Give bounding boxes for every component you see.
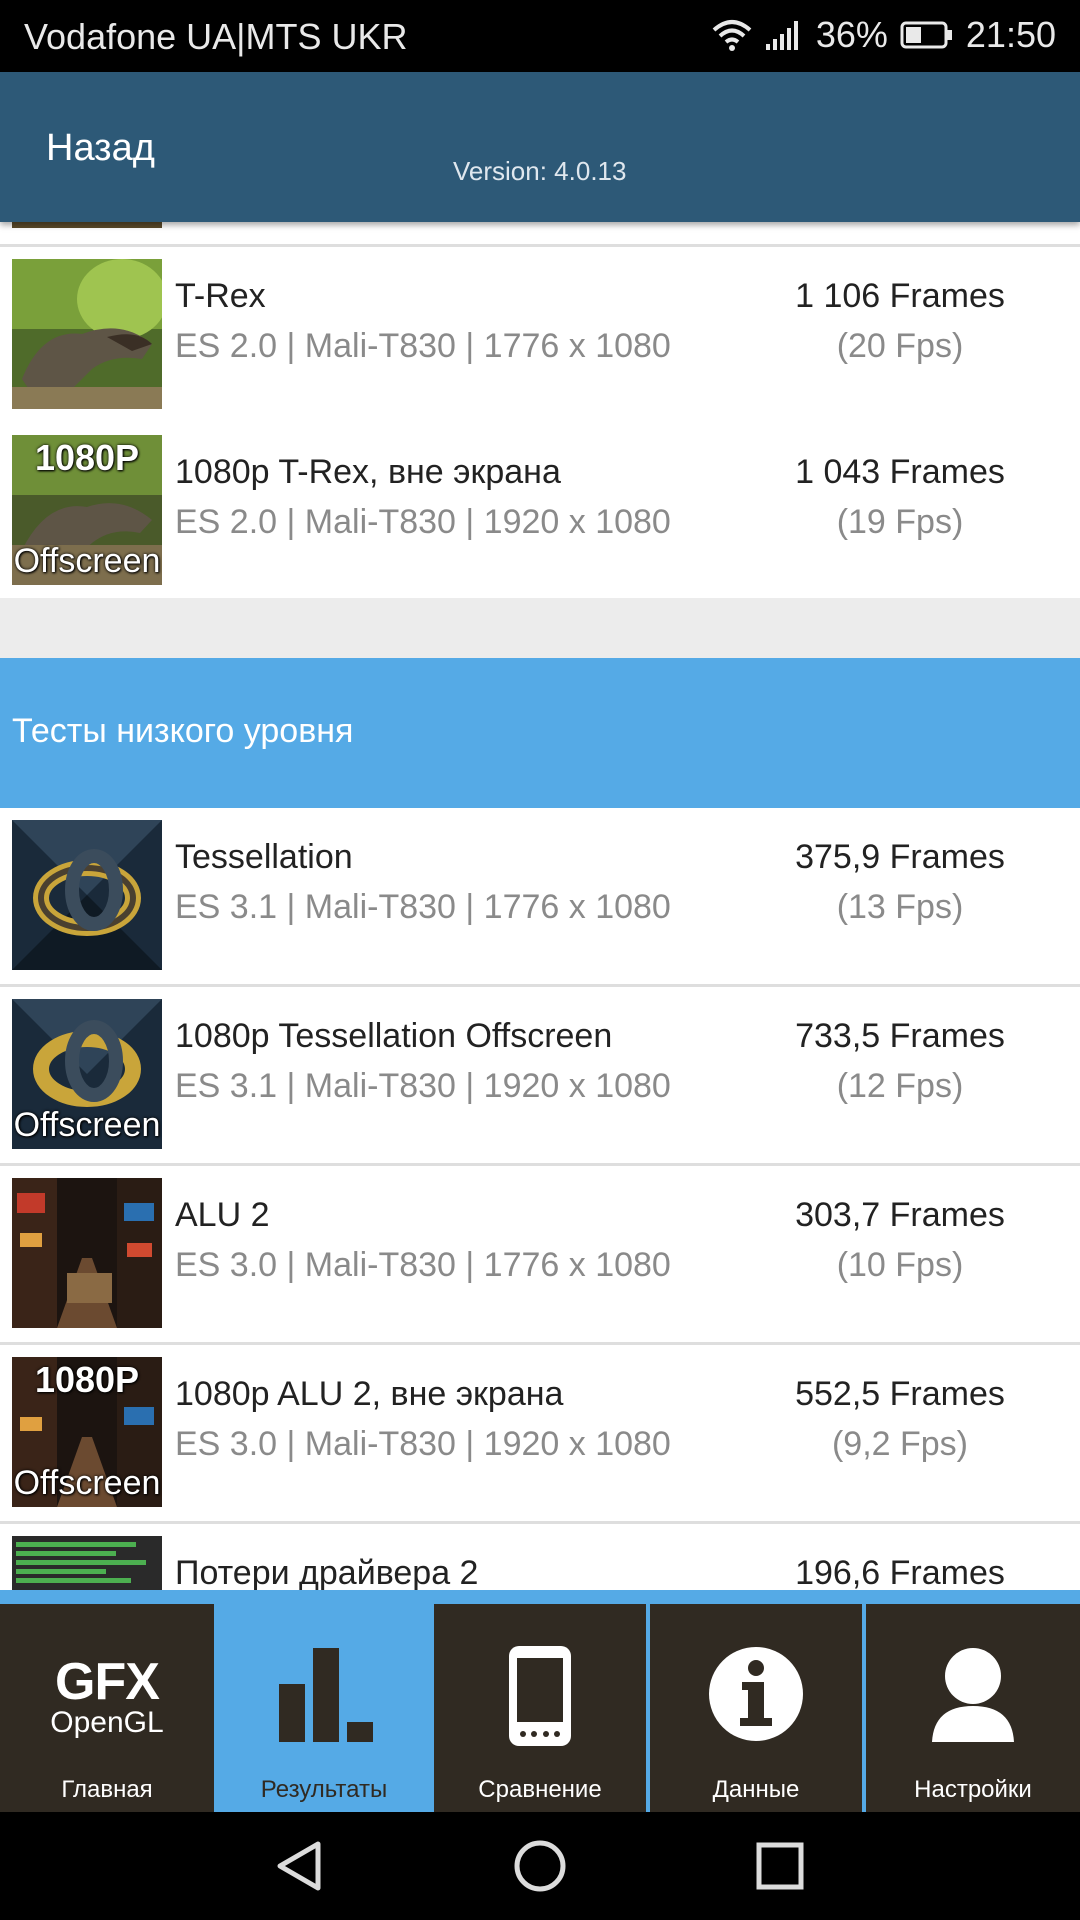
result-row-trex-offscreen[interactable]: 1080P Offscreen 1080p T-Rex, вне экрана … <box>0 423 1080 599</box>
result-title: 1080p ALU 2, вне экрана <box>175 1375 564 1413</box>
signal-icon <box>765 21 798 50</box>
result-title: ALU 2 <box>175 1196 270 1234</box>
clock: 21:50 <box>965 14 1056 55</box>
tab-results[interactable]: Результаты <box>218 1604 430 1812</box>
result-title: T-Rex <box>175 277 266 315</box>
result-subtitle: ES 2.0 | Mali-T830 | 1776 x 1080 <box>175 327 671 365</box>
thumbnail-badge-1080p: 1080P <box>34 437 140 478</box>
recents-square-icon[interactable] <box>750 1836 810 1896</box>
result-title: Tessellation <box>175 838 353 876</box>
tab-label: Сравнение <box>478 1776 602 1803</box>
result-fps: (20 Fps) <box>836 327 964 365</box>
status-bar: Vodafone UA|MTS UKR 36% 21:50 <box>0 0 1080 72</box>
wifi-icon <box>712 20 752 51</box>
tab-label: Настройки <box>914 1776 1032 1803</box>
battery-percent: 36% <box>815 14 888 55</box>
tab-label: Результаты <box>260 1776 388 1803</box>
version-label: Version: 4.0.13 <box>453 156 627 186</box>
alu2-offscreen-thumbnail: 1080P Offscreen <box>12 1357 162 1507</box>
thumbnail-badge-offscreen: Offscreen <box>13 1464 161 1502</box>
result-frames: 375,9 Frames <box>795 838 1005 876</box>
tessellation-offscreen-thumbnail: Offscreen <box>12 999 162 1149</box>
android-nav-bar <box>0 1812 1080 1920</box>
result-fps: (9,2 Fps) <box>831 1425 969 1463</box>
app-header: Назад Version: 4.0.13 <box>0 72 1080 222</box>
result-fps: (19 Fps) <box>836 503 964 541</box>
result-frames: 1 106 Frames <box>795 277 1005 315</box>
thumbnail-badge-1080p: 1080P <box>34 1359 140 1400</box>
thumbnail-badge-offscreen: Offscreen <box>13 1106 161 1144</box>
result-title: 1080p T-Rex, вне экрана <box>175 453 561 491</box>
info-icon <box>650 1644 862 1744</box>
driver-overhead-thumbnail <box>12 1536 162 1590</box>
home-circle-icon[interactable] <box>510 1836 570 1896</box>
status-icons: 36% 21:50 <box>712 14 1056 56</box>
back-triangle-icon[interactable] <box>270 1836 330 1896</box>
tab-data[interactable]: Данные <box>650 1604 862 1812</box>
thumbnail-badge-offscreen: Offscreen <box>13 542 161 580</box>
tab-settings[interactable]: Настройки <box>866 1604 1080 1812</box>
result-title: Потери драйвера 2 <box>175 1554 479 1590</box>
user-icon <box>866 1644 1080 1744</box>
result-subtitle: ES 2.0 | Mali-T830 | 1920 x 1080 <box>175 503 671 541</box>
result-row-alu2[interactable]: ALU 2 ES 3.0 | Mali-T830 | 1776 x 1080 3… <box>0 1166 1080 1345</box>
bar-chart-icon <box>218 1644 430 1744</box>
result-row-alu2-offscreen[interactable]: 1080P Offscreen 1080p ALU 2, вне экрана … <box>0 1345 1080 1524</box>
tessellation-thumbnail <box>12 820 162 970</box>
result-row-tessellation[interactable]: Tessellation ES 3.1 | Mali-T830 | 1776 x… <box>0 808 1080 987</box>
logo-opengl-text: OpenGL <box>50 1706 164 1739</box>
trex-offscreen-thumbnail: 1080P Offscreen <box>12 435 162 585</box>
result-subtitle: ES 3.1 | Mali-T830 | 1776 x 1080 <box>175 888 671 926</box>
trex-thumbnail <box>12 259 162 409</box>
result-subtitle: ES 3.0 | Mali-T830 | 1776 x 1080 <box>175 1246 671 1284</box>
tab-label: Данные <box>712 1776 800 1803</box>
result-fps: (10 Fps) <box>836 1246 964 1284</box>
result-fps: (13 Fps) <box>836 888 964 926</box>
tab-home[interactable]: GFX OpenGL Главная <box>0 1604 214 1812</box>
result-subtitle: ES 3.1 | Mali-T830 | 1920 x 1080 <box>175 1067 671 1105</box>
phone-icon <box>434 1644 646 1748</box>
result-subtitle: ES 3.0 | Mali-T830 | 1920 x 1080 <box>175 1425 671 1463</box>
result-row-trex[interactable]: T-Rex ES 2.0 | Mali-T830 | 1776 x 1080 1… <box>0 247 1080 426</box>
battery-icon <box>900 21 952 49</box>
result-fps: (12 Fps) <box>836 1067 964 1105</box>
result-row-tessellation-offscreen[interactable]: Offscreen 1080p Tessellation Offscreen E… <box>0 987 1080 1166</box>
result-row-driver-overhead[interactable]: Потери драйвера 2 196,6 Frames <box>0 1524 1080 1590</box>
logo-gfx-text: GFX <box>55 1653 160 1711</box>
bottom-tab-bar: GFX OpenGL Главная Результаты Сравнение … <box>0 1590 1080 1812</box>
previous-thumbnail <box>12 222 162 228</box>
tab-compare[interactable]: Сравнение <box>434 1604 646 1812</box>
carrier-name: Vodafone UA|MTS UKR <box>24 16 408 57</box>
result-frames: 552,5 Frames <box>795 1375 1005 1413</box>
tab-label: Главная <box>61 1776 153 1803</box>
section-title: Тесты низкого уровня <box>12 712 354 750</box>
result-frames: 733,5 Frames <box>795 1017 1005 1055</box>
gfx-opengl-logo-icon: GFX OpenGL <box>0 1656 214 1738</box>
alu2-thumbnail <box>12 1178 162 1328</box>
result-frames: 196,6 Frames <box>795 1554 1005 1590</box>
result-frames: 1 043 Frames <box>795 453 1005 491</box>
result-frames: 303,7 Frames <box>795 1196 1005 1234</box>
result-title: 1080p Tessellation Offscreen <box>175 1017 613 1055</box>
back-button[interactable]: Назад <box>46 127 155 170</box>
results-list[interactable]: T-Rex ES 2.0 | Mali-T830 | 1776 x 1080 1… <box>0 222 1080 1590</box>
section-spacer <box>0 598 1080 658</box>
section-header-low-level: Тесты низкого уровня <box>0 658 1080 808</box>
